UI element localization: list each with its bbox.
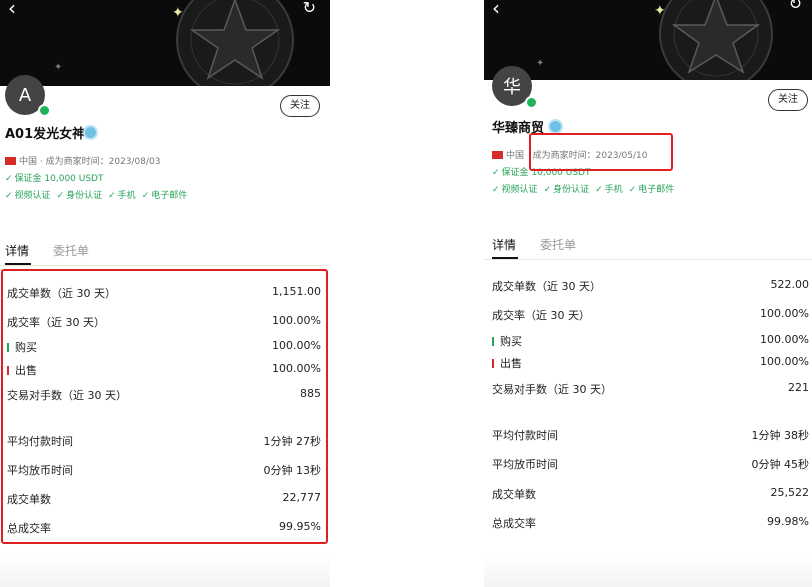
check-icon: ✓	[108, 191, 116, 201]
sell-label-text: 出售	[500, 357, 522, 370]
total-rate-value: 99.98%	[767, 515, 809, 528]
verified-badge-icon	[548, 119, 563, 134]
merchant-profile-left: ✦ ✦ ‹ ↻ A 关注 A01发光女神 中国 · 成为商家时间：2023/08…	[0, 0, 330, 587]
online-status-icon	[38, 104, 51, 117]
star-emblem-graphic: ✦ ✦	[536, 0, 773, 80]
avg-release-time-label: 平均放币时间	[492, 458, 558, 471]
check-icon: ✓	[492, 168, 500, 178]
svg-text:✦: ✦	[654, 3, 666, 19]
check-icon: ✓	[492, 185, 500, 195]
tab-orders[interactable]: 委托单	[540, 236, 576, 253]
deposit-text: 保证金 10,000 USDT	[14, 174, 104, 184]
check-icon: ✓	[56, 191, 65, 201]
verification-video: 视频认证	[501, 185, 538, 195]
verification-email: 电子邮件	[638, 185, 675, 195]
tab-details[interactable]: 详情	[5, 242, 29, 259]
counterparties-label: 交易对手数（近 30 天）	[492, 383, 612, 396]
svg-text:✦: ✦	[536, 58, 544, 69]
buy-label-text: 购买	[500, 335, 522, 348]
buy-rate-label: 购买	[492, 333, 522, 349]
profile-banner: ✦ ✦ ‹ ↻	[0, 0, 330, 86]
sell-rate-label: 出售	[492, 355, 522, 371]
verification-id: 身份认证	[66, 191, 103, 201]
merchant-since-date: 2023/08/03	[108, 157, 161, 167]
check-icon: ✓	[543, 185, 552, 195]
orders-30d-label: 成交单数（近 30 天）	[492, 280, 601, 293]
buy-indicator-icon	[492, 337, 494, 346]
verification-email: 电子邮件	[151, 191, 188, 201]
total-orders-value: 25,522	[770, 486, 810, 499]
verification-phone: 手机	[604, 185, 623, 195]
buy-rate-value: 100.00%	[760, 333, 809, 346]
merchant-date-highlight-box	[529, 133, 673, 171]
stats-highlight-box	[1, 269, 328, 544]
avatar-letter: A	[18, 84, 32, 106]
china-flag-icon	[492, 151, 503, 159]
merchant-info-line: 中国 · 成为商家时间：2023/08/03	[5, 154, 161, 167]
follow-button[interactable]: 关注	[280, 95, 320, 117]
back-arrow-icon[interactable]: ‹	[492, 0, 500, 20]
verification-list: ✓ 视频认证 ✓ 身份认证 ✓ 手机 ✓ 电子邮件	[492, 182, 674, 195]
verification-id: 身份认证	[553, 185, 590, 195]
merchant-since-label: 成为商家时间：	[45, 157, 109, 167]
online-status-icon	[525, 96, 538, 109]
merchant-name: A01发光女神	[5, 127, 86, 142]
rate-30d-label: 成交率（近 30 天）	[492, 309, 590, 322]
orders-30d-value: 522.00	[770, 278, 810, 291]
deposit-line: ✓ 保证金 10,000 USDT	[5, 171, 104, 184]
follow-button[interactable]: 关注	[768, 89, 808, 111]
verification-phone: 手机	[117, 191, 136, 201]
rate-30d-value: 100.00%	[760, 307, 809, 320]
back-arrow-icon[interactable]: ‹	[8, 0, 16, 20]
avg-release-time-value: 0分钟 45秒	[751, 458, 810, 471]
sell-rate-value: 100.00%	[760, 355, 809, 368]
region: 中国	[506, 151, 525, 161]
tab-divider	[484, 259, 812, 260]
bottom-fade	[484, 557, 812, 587]
check-icon: ✓	[5, 191, 13, 201]
avatar-letter: 华	[503, 77, 521, 98]
total-rate-label: 总成交率	[492, 517, 536, 530]
check-icon: ✓	[141, 191, 150, 201]
avg-pay-time-value: 1分钟 38秒	[751, 429, 810, 442]
share-icon[interactable]: ↻	[303, 0, 316, 17]
check-icon: ✓	[5, 174, 13, 184]
verification-list: ✓ 视频认证 ✓ 身份认证 ✓ 手机 ✓ 电子邮件	[5, 188, 187, 201]
total-orders-label: 成交单数	[492, 488, 536, 501]
check-icon: ✓	[628, 185, 637, 195]
bottom-fade	[0, 557, 330, 587]
tab-details[interactable]: 详情	[492, 236, 516, 253]
tab-orders[interactable]: 委托单	[53, 242, 89, 259]
region: 中国	[19, 157, 38, 167]
svg-text:✦: ✦	[172, 5, 184, 21]
profile-banner: ✦ ✦ ‹ ↻	[484, 0, 812, 80]
tab-divider	[0, 265, 330, 266]
share-icon[interactable]: ↻	[789, 0, 802, 13]
star-emblem-graphic: ✦ ✦	[54, 0, 294, 86]
svg-text:✦: ✦	[54, 62, 62, 73]
verified-badge-icon	[83, 125, 98, 140]
avg-pay-time-label: 平均付款时间	[492, 429, 558, 442]
china-flag-icon	[5, 157, 16, 165]
merchant-profile-right: ✦ ✦ ‹ ↻ 华 关注 华臻商贸 中国 成为商家时间：2023/05/10 ✓…	[484, 0, 812, 587]
sell-indicator-icon	[492, 359, 494, 368]
check-icon: ✓	[595, 185, 603, 195]
verification-video: 视频认证	[14, 191, 51, 201]
counterparties-value: 221	[788, 381, 809, 394]
